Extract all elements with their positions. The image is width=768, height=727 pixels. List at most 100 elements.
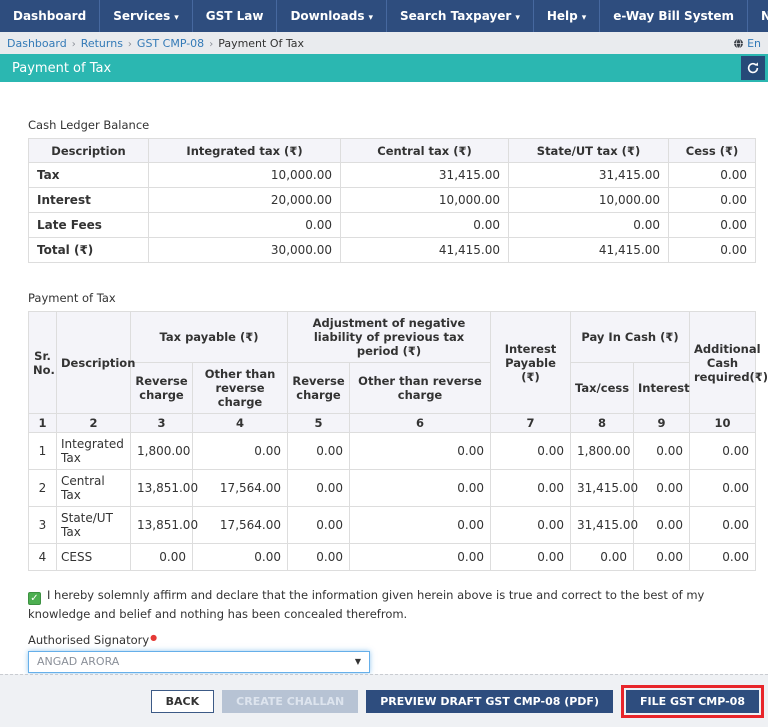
- cell-value: 17,564.00: [193, 507, 288, 544]
- cell-value: 30,000.00: [149, 238, 341, 263]
- cell-value: 0.00: [634, 433, 690, 470]
- back-button[interactable]: BACK: [151, 690, 215, 713]
- language-label: En: [747, 37, 761, 50]
- cash-ledger-col-state-ut-tax: State/UT tax (₹): [509, 139, 669, 163]
- chevron-down-icon: ▾: [515, 13, 520, 23]
- chevron-down-icon: ▾: [368, 13, 373, 23]
- cell-value: 0.00: [669, 163, 756, 188]
- gst-portal-page: DashboardServices▾GST LawDownloads▾Searc…: [0, 0, 768, 673]
- cell-value: 0.00: [350, 433, 491, 470]
- cell-value: 0.00: [491, 544, 571, 571]
- cash-ledger-header-row: DescriptionIntegrated tax (₹)Central tax…: [29, 139, 756, 163]
- cell-value: 0.00: [669, 188, 756, 213]
- chevron-down-icon: ▾: [582, 13, 587, 23]
- top-navigation: DashboardServices▾GST LawDownloads▾Searc…: [0, 0, 768, 32]
- payment-section-label: Payment of Tax: [28, 291, 755, 305]
- nav-item-gst-law[interactable]: GST Law: [193, 0, 278, 32]
- breadcrumb-link-dashboard[interactable]: Dashboard: [7, 37, 67, 50]
- row-description: Tax: [29, 163, 149, 188]
- cell-value: 0.00: [350, 470, 491, 507]
- cell-value: 41,415.00: [509, 238, 669, 263]
- cash-ledger-section-label: Cash Ledger Balance: [28, 118, 755, 132]
- cell-value: 0.00: [288, 544, 350, 571]
- cell-value: 0.00: [350, 544, 491, 571]
- column-number: 10: [690, 414, 756, 433]
- create-challan-button[interactable]: CREATE CHALLAN: [222, 690, 358, 713]
- panel-header: Payment of Tax: [0, 54, 768, 82]
- cash-ledger-col-integrated-tax: Integrated tax (₹): [149, 139, 341, 163]
- nav-item-downloads[interactable]: Downloads▾: [277, 0, 387, 32]
- column-number: 6: [350, 414, 491, 433]
- authorised-signatory-value: ANGAD ARORA: [37, 655, 119, 668]
- col-header-tax-payable: Tax payable (₹): [131, 312, 288, 363]
- chevron-down-icon: ▾: [174, 13, 179, 23]
- cell-value: 0.00: [350, 507, 491, 544]
- payment-row-central-tax: 2Central Tax13,851.0017,564.000.000.000.…: [29, 470, 756, 507]
- column-number: 5: [288, 414, 350, 433]
- cell-value: 0.00: [491, 470, 571, 507]
- main-content: Cash Ledger Balance DescriptionIntegrate…: [0, 118, 768, 673]
- cell-value: 0.00: [634, 507, 690, 544]
- nav-item-search-taxpayer[interactable]: Search Taxpayer▾: [387, 0, 534, 32]
- authorised-signatory-select[interactable]: ANGAD ARORA ▼: [28, 651, 370, 673]
- col-header-additional-cash: Additional Cash required(₹): [690, 312, 756, 414]
- cell-value: 31,415.00: [571, 507, 634, 544]
- action-footer: BACK CREATE CHALLAN PREVIEW DRAFT GST CMP-…: [0, 674, 768, 727]
- cell-value: 1,800.00: [131, 433, 193, 470]
- file-gst-cmp-08-button[interactable]: FILE GST CMP-08: [626, 690, 759, 713]
- cell-value: 0.00: [690, 507, 756, 544]
- cell-value: 1,800.00: [571, 433, 634, 470]
- column-number: 9: [634, 414, 690, 433]
- page-title: Payment of Tax: [12, 61, 111, 76]
- nav-item-services[interactable]: Services▾: [100, 0, 193, 32]
- cell-value: 0.00: [669, 238, 756, 263]
- globe-icon: [733, 38, 744, 49]
- cell-value: 0.00: [193, 433, 288, 470]
- declaration-checkbox[interactable]: ✓: [28, 592, 41, 605]
- cell-value: 0.00: [288, 470, 350, 507]
- nav-item-new-return-trial[interactable]: New Return (Trial)▾: [748, 0, 768, 32]
- cell-value: 13,851.00: [131, 507, 193, 544]
- row-description: Interest: [29, 188, 149, 213]
- breadcrumb-separator: ›: [128, 39, 132, 50]
- row-sr-no: 1: [29, 433, 57, 470]
- payment-of-tax-table: Sr. No. Description Tax payable (₹) Adju…: [28, 311, 756, 571]
- column-number-row: 12345678910: [29, 414, 756, 433]
- cell-value: 0.00: [491, 507, 571, 544]
- col-header-interest-payable: Interest Payable (₹): [491, 312, 571, 414]
- breadcrumb-trail: Dashboard›Returns›GST CMP-08›Payment Of …: [7, 37, 304, 50]
- column-number: 7: [491, 414, 571, 433]
- subcol-reverse-charge-adj: Reverse charge: [288, 363, 350, 414]
- refresh-button[interactable]: [741, 56, 765, 80]
- breadcrumb-current: Payment Of Tax: [218, 37, 304, 50]
- row-description: CESS: [57, 544, 131, 571]
- row-description: Central Tax: [57, 470, 131, 507]
- col-header-pay-in-cash: Pay In Cash (₹): [571, 312, 690, 363]
- breadcrumb-link-gst-cmp-08[interactable]: GST CMP-08: [137, 37, 204, 50]
- column-number: 3: [131, 414, 193, 433]
- nav-item-help[interactable]: Help▾: [534, 0, 600, 32]
- cell-value: 31,415.00: [571, 470, 634, 507]
- preview-draft-gst-cmp-08-pdf-button[interactable]: PREVIEW DRAFT GST CMP-08 (PDF): [366, 690, 613, 713]
- breadcrumb-link-returns[interactable]: Returns: [81, 37, 123, 50]
- cell-value: 41,415.00: [341, 238, 509, 263]
- cash-ledger-col-description: Description: [29, 139, 149, 163]
- cash-ledger-row-late-fees: Late Fees0.000.000.000.00: [29, 213, 756, 238]
- required-marker: ●: [150, 633, 157, 642]
- nav-item-dashboard[interactable]: Dashboard: [0, 0, 100, 32]
- cell-value: 31,415.00: [341, 163, 509, 188]
- cell-value: 20,000.00: [149, 188, 341, 213]
- nav-item-e-way-bill-system[interactable]: e-Way Bill System: [600, 0, 748, 32]
- cell-value: 31,415.00: [509, 163, 669, 188]
- cell-value: 0.00: [149, 213, 341, 238]
- language-selector[interactable]: En: [733, 37, 761, 50]
- cell-value: 0.00: [634, 470, 690, 507]
- subcol-interest: Interest: [634, 363, 690, 414]
- col-header-adjustment: Adjustment of negative liability of prev…: [288, 312, 491, 363]
- cash-ledger-table: DescriptionIntegrated tax (₹)Central tax…: [28, 138, 756, 263]
- cell-value: 0.00: [131, 544, 193, 571]
- column-number: 8: [571, 414, 634, 433]
- cell-value: 0.00: [288, 507, 350, 544]
- cell-value: 10,000.00: [149, 163, 341, 188]
- breadcrumb: Dashboard›Returns›GST CMP-08›Payment Of …: [0, 32, 768, 54]
